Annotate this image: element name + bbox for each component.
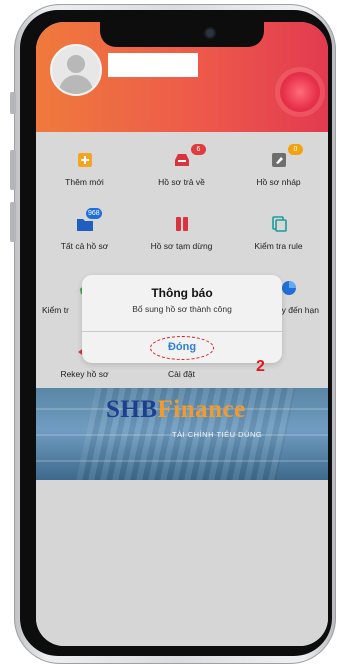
front-camera xyxy=(206,29,214,37)
brand-tagline: TÀI CHÍNH TIÊU DÙNG xyxy=(172,430,263,439)
menu-item-label: Cài đặt xyxy=(168,369,195,379)
menu-item-ho-so-tra-ve[interactable]: 6 Hồ sơ trả về xyxy=(133,138,230,198)
check-docs-icon xyxy=(272,216,287,232)
close-button[interactable]: Đóng xyxy=(150,335,214,360)
user-avatar-icon[interactable] xyxy=(50,44,102,96)
menu-item-label: Kiểm tra rule xyxy=(254,241,303,251)
return-count-badge: 6 xyxy=(191,144,206,155)
close-button-label: Đóng xyxy=(167,341,197,353)
draft-count-badge: 0 xyxy=(288,144,303,155)
inbox-return-icon xyxy=(175,154,189,166)
menu-item-label: Hồ sơ tạm dừng xyxy=(150,241,213,251)
menu-item-label: Hồ sơ nháp xyxy=(256,177,301,187)
step-number-annotation: 2 xyxy=(256,358,265,375)
pause-icon xyxy=(176,217,188,231)
record-button-icon[interactable] xyxy=(280,72,320,112)
menu-item-label: Rekey hồ sơ xyxy=(60,369,109,379)
empty-content-area xyxy=(36,480,328,646)
menu-item-label: Tất cả hồ sơ xyxy=(60,241,109,251)
shb-finance-banner: SHBFinance TÀI CHÍNH TIÊU DÙNG xyxy=(36,388,328,480)
menu-item-label: Hồ sơ trả về xyxy=(158,177,205,187)
notification-dialog: Thông báo Bổ sung hồ sơ thành công Đóng xyxy=(82,275,282,363)
phone-side-button xyxy=(10,92,16,114)
all-count-badge: 968 xyxy=(86,208,102,219)
menu-item-kiem-tra-rule[interactable]: Kiểm tra rule xyxy=(230,202,327,262)
dialog-divider xyxy=(82,331,282,332)
notch xyxy=(100,22,264,47)
phone-screen: Thêm mới 6 Hồ sơ trả về 0 Hồ sơ nháp 968… xyxy=(36,22,328,646)
menu-item-label: Thêm mới xyxy=(65,177,104,187)
edit-draft-icon xyxy=(272,153,286,167)
user-name-redacted xyxy=(108,53,198,77)
menu-item-tat-ca-ho-so[interactable]: 968 Tất cả hồ sơ xyxy=(36,202,133,262)
dialog-message: Bổ sung hồ sơ thành công xyxy=(132,304,232,314)
menu-item-them-moi[interactable]: Thêm mới xyxy=(36,138,133,198)
phone-volume-down xyxy=(10,202,16,242)
phone-volume-up xyxy=(10,150,16,190)
plus-square-icon xyxy=(78,153,92,167)
dialog-title: Thông báo xyxy=(151,286,213,300)
pie-chart-icon xyxy=(282,281,296,295)
brand-logo: SHBFinance xyxy=(106,396,246,423)
menu-item-ho-so-nhap[interactable]: 0 Hồ sơ nháp xyxy=(230,138,327,198)
menu-item-ho-so-tam-dung[interactable]: Hồ sơ tạm dừng xyxy=(133,202,230,262)
